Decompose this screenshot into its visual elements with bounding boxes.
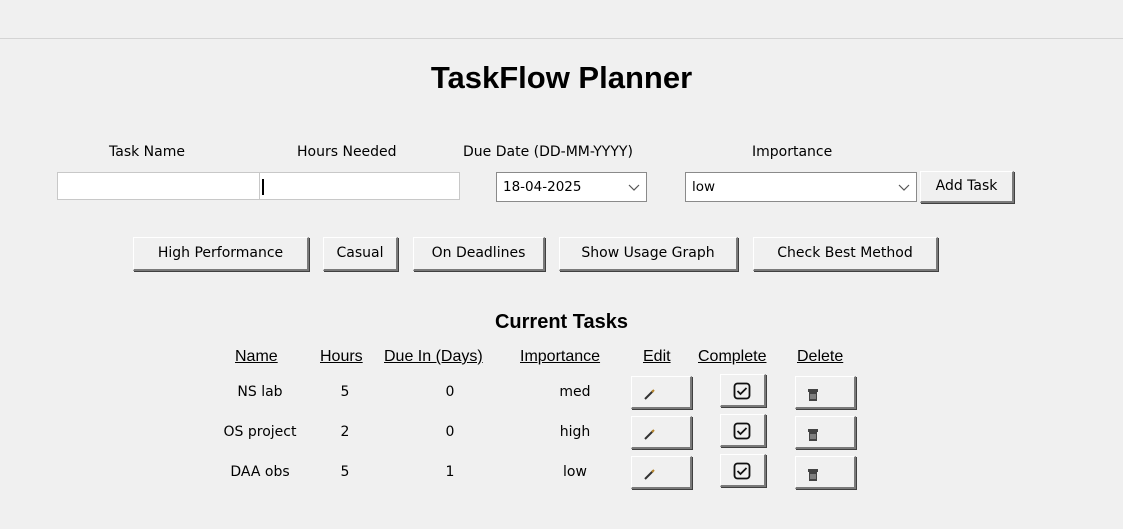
task-importance-cell: high xyxy=(559,424,591,440)
task-hours-cell: 2 xyxy=(340,424,350,440)
task-name-cell: DAA obs xyxy=(230,464,290,480)
app-title: TaskFlow Planner xyxy=(430,60,693,95)
due-date-value: 18-04-2025 xyxy=(503,179,582,195)
hours-needed-field[interactable] xyxy=(259,172,460,200)
task-name-cell: NS lab xyxy=(237,384,283,400)
window-top-strip xyxy=(0,0,1123,39)
trash-icon xyxy=(808,389,818,401)
pencil-icon xyxy=(644,469,655,480)
complete-button[interactable] xyxy=(720,374,766,407)
task-hours-cell: 5 xyxy=(340,384,350,400)
hours-needed-label: Hours Needed xyxy=(297,144,397,160)
checkbox-icon xyxy=(733,462,751,480)
importance-value: low xyxy=(692,179,716,195)
text-cursor xyxy=(262,179,264,195)
task-importance-cell: med xyxy=(559,384,591,400)
edit-button[interactable] xyxy=(631,456,692,489)
pencil-icon xyxy=(644,429,655,440)
pencil-icon xyxy=(644,389,655,400)
due-date-picker[interactable]: 18-04-2025 xyxy=(496,172,647,202)
header-edit: Edit xyxy=(643,348,671,365)
importance-label: Importance xyxy=(752,144,833,160)
header-importance: Importance xyxy=(520,348,601,365)
chevron-down-icon[interactable] xyxy=(898,173,910,212)
importance-select[interactable]: low xyxy=(685,172,917,202)
high-performance-button[interactable]: High Performance xyxy=(133,237,309,271)
task-name-label: Task Name xyxy=(109,144,185,160)
show-usage-graph-button[interactable]: Show Usage Graph xyxy=(559,237,738,271)
header-hours: Hours xyxy=(320,348,363,365)
task-due-in-cell: 0 xyxy=(445,424,455,440)
checkbox-icon xyxy=(733,382,751,400)
complete-button[interactable] xyxy=(720,454,766,487)
delete-button[interactable] xyxy=(795,376,856,409)
task-name-field[interactable] xyxy=(57,172,260,200)
edit-button[interactable] xyxy=(631,376,692,409)
header-complete: Complete xyxy=(698,348,767,365)
casual-button[interactable]: Casual xyxy=(323,237,398,271)
due-date-label: Due Date (DD-MM-YYYY) xyxy=(463,144,633,160)
checkbox-icon xyxy=(733,422,751,440)
check-best-method-button[interactable]: Check Best Method xyxy=(753,237,938,271)
complete-button[interactable] xyxy=(720,414,766,447)
header-delete: Delete xyxy=(797,348,844,365)
delete-button[interactable] xyxy=(795,416,856,449)
task-name-cell: OS project xyxy=(223,424,297,440)
task-hours-cell: 5 xyxy=(340,464,350,480)
trash-icon xyxy=(808,429,818,441)
add-task-button[interactable]: Add Task xyxy=(920,171,1014,203)
task-due-in-cell: 1 xyxy=(445,464,455,480)
chevron-down-icon[interactable] xyxy=(628,173,640,212)
delete-button[interactable] xyxy=(795,456,856,489)
trash-icon xyxy=(808,469,818,481)
header-name: Name xyxy=(235,348,278,365)
current-tasks-title: Current Tasks xyxy=(494,311,628,333)
header-due-in: Due In (Days) xyxy=(384,348,483,365)
task-importance-cell: low xyxy=(563,464,587,480)
edit-button[interactable] xyxy=(631,416,692,449)
task-due-in-cell: 0 xyxy=(445,384,455,400)
on-deadlines-button[interactable]: On Deadlines xyxy=(413,237,545,271)
